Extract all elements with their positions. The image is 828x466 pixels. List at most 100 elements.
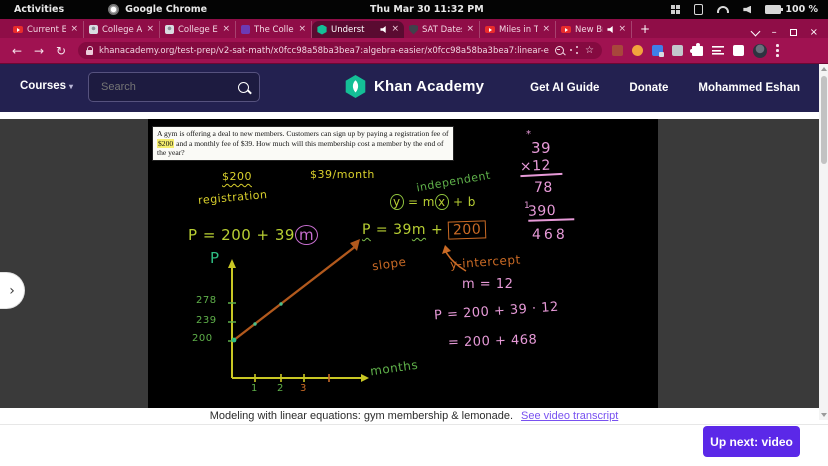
document-favicon-icon [89, 25, 98, 34]
reading-list-icon[interactable] [712, 46, 724, 55]
page-scrollbar[interactable] [819, 64, 828, 420]
tab-close-icon[interactable]: × [70, 25, 78, 34]
system-tray[interactable]: 100 % [671, 4, 818, 15]
zoom-out-icon[interactable] [555, 46, 564, 55]
board-mult-b: ×12 [520, 157, 563, 177]
kebab-menu-icon[interactable] [776, 44, 779, 57]
browser-tab[interactable]: Miles in Tra × [480, 21, 556, 38]
extensions-puzzle-icon[interactable] [692, 46, 703, 56]
search-box[interactable] [88, 72, 260, 102]
battery-icon [765, 5, 781, 14]
extension-k-icon[interactable] [672, 45, 683, 56]
browser-tab[interactable]: SAT Dates a × [404, 21, 480, 38]
new-tab-button[interactable]: + [640, 21, 650, 38]
youtube-favicon-icon [561, 26, 571, 33]
collegeboard-favicon-icon [241, 25, 250, 34]
tab-close-icon[interactable]: × [391, 25, 399, 34]
board-m-value: m = 12 [462, 277, 513, 292]
tab-close-icon[interactable]: × [466, 25, 474, 34]
tab-search-chevron-icon[interactable] [750, 26, 760, 36]
youtube-favicon-icon [485, 26, 495, 33]
board-equation-1: P = 200 + 39m [188, 226, 318, 244]
clock[interactable]: Thu Mar 30 11:32 PM [370, 4, 484, 15]
browser-toolbar: ← → ↻ khanacademy.org/test-prep/v2-sat-m… [0, 38, 828, 63]
wifi-icon [717, 6, 729, 13]
tab-close-icon[interactable]: × [222, 25, 230, 34]
focused-app-menu[interactable]: Google Chrome [125, 4, 207, 15]
brand-name: Khan Academy [374, 78, 484, 95]
board-mult-a: 39 [531, 139, 551, 157]
share-icon[interactable] [570, 46, 579, 55]
scroll-up-icon[interactable] [821, 67, 827, 71]
close-window-button[interactable]: × [810, 27, 818, 38]
tab-strip: Current Ele × College App × College Ess … [0, 19, 828, 38]
board-fee: $200 [222, 170, 252, 183]
browser-tab[interactable]: College Ess × [160, 21, 236, 38]
minimize-button[interactable]: – [772, 27, 777, 38]
board-equation-2: P = 39m + 200 [362, 221, 486, 239]
bookmark-star-icon[interactable]: ☆ [585, 45, 594, 56]
url-text: khanacademy.org/test-prep/v2-sat-math/x0… [99, 46, 549, 56]
browser-tab[interactable]: College App × [84, 21, 160, 38]
search-input[interactable] [99, 80, 238, 94]
browser-tab[interactable]: New Bru × [556, 21, 632, 38]
extension-badge-icon[interactable] [612, 45, 623, 56]
youtube-favicon-icon [13, 26, 23, 33]
lock-icon[interactable] [86, 50, 93, 55]
scroll-down-icon[interactable] [821, 413, 827, 417]
footer-divider [0, 424, 828, 425]
video-player[interactable]: A gym is offering a deal to new members.… [148, 119, 658, 408]
up-next-button[interactable]: Up next: video [703, 426, 800, 457]
khan-leaf-icon [344, 75, 367, 98]
search-icon [238, 82, 249, 93]
browser-tab[interactable]: Current Ele × [8, 21, 84, 38]
graph-x-tick-2: 2 [277, 383, 284, 394]
video-transcript-link[interactable]: See video transcript [521, 410, 618, 422]
restore-window-button[interactable] [790, 29, 797, 36]
chevron-down-icon: ▾ [69, 82, 73, 91]
board-monthly: $39/month [310, 168, 375, 181]
shield-favicon-icon [409, 25, 418, 35]
board-mult-sum: 468 [532, 227, 568, 243]
desktop: Activities Google Chrome Thu Mar 30 11:3… [0, 0, 828, 466]
courses-menu[interactable]: Courses▾ [20, 80, 73, 92]
back-button[interactable]: ← [6, 44, 28, 58]
system-top-bar: Activities Google Chrome Thu Mar 30 11:3… [0, 0, 828, 19]
battery-percent: 100 % [785, 4, 818, 15]
tab-audio-icon[interactable] [607, 26, 614, 33]
graph-y-tick-278: 278 [196, 295, 217, 306]
board-calc-line-2: = 200 + 468 [448, 332, 538, 350]
side-panel-icon[interactable] [733, 45, 744, 56]
tab-audio-icon[interactable] [380, 26, 387, 33]
nav-donate[interactable]: Donate [629, 82, 668, 94]
khan-logo[interactable]: Khan Academy [344, 75, 484, 98]
video-caption: Modeling with linear equations: gym memb… [210, 410, 513, 422]
nav-account[interactable]: Mohammed Eshan [698, 82, 800, 94]
profile-avatar[interactable] [753, 44, 767, 58]
address-bar[interactable]: khanacademy.org/test-prep/v2-sat-math/x0… [78, 42, 602, 59]
board-general-equation: y = mx + b [390, 195, 476, 209]
clipboard-icon [694, 4, 703, 15]
tab-close-icon[interactable]: × [146, 25, 154, 34]
translate-icon[interactable] [652, 45, 663, 56]
graph-y-tick-239: 239 [196, 315, 217, 326]
tab-close-icon[interactable]: × [298, 25, 306, 34]
tab-close-icon[interactable]: × [618, 25, 626, 34]
graph-x-tick-3: 3 [300, 383, 307, 394]
chevron-right-icon: › [9, 283, 15, 299]
khan-academy-favicon-icon [317, 25, 327, 35]
browser-tab[interactable]: The College × [236, 21, 312, 38]
scrollbar-thumb[interactable] [821, 76, 827, 164]
nav-get-ai-guide[interactable]: Get AI Guide [530, 82, 599, 94]
browser-tab-active[interactable]: Underst × [312, 21, 404, 38]
chrome-app-icon [108, 4, 119, 15]
graph-x-tick-1: 1 [251, 383, 258, 394]
extension-emoji-icon[interactable] [632, 45, 643, 56]
document-favicon-icon [165, 25, 174, 34]
board-mult-partial-1: 78 [534, 180, 553, 196]
reload-button[interactable]: ↻ [50, 44, 72, 58]
page-background-strip [0, 112, 828, 119]
activities-button[interactable]: Activities [14, 4, 64, 15]
tab-close-icon[interactable]: × [542, 25, 550, 34]
forward-button[interactable]: → [28, 44, 50, 58]
